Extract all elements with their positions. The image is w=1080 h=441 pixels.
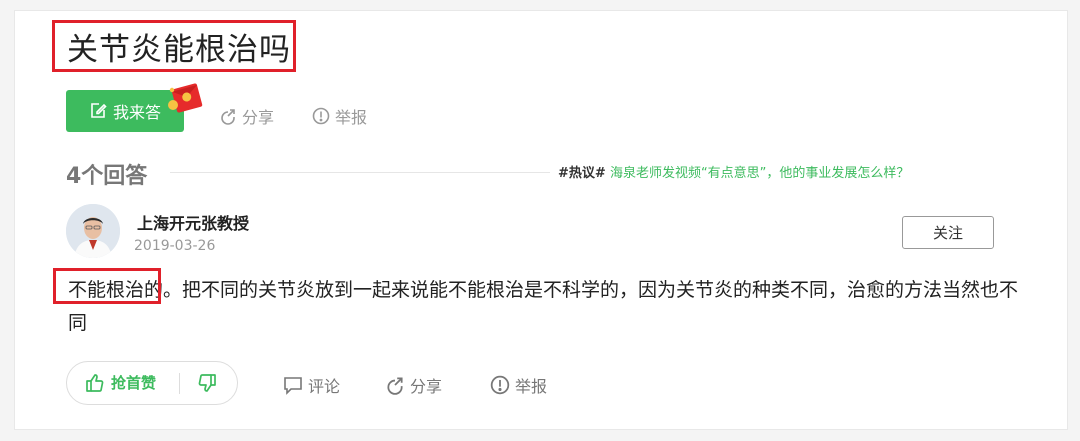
upvote-label: 抢首赞 [111,374,157,392]
hot-topic-link[interactable]: 海泉老师发视频“有点意思”，他的事业发展怎么样？ [610,166,909,181]
answer-count: 4个回答 [66,164,148,189]
answer-text: 不能根治的。把不同的关节炎放到一起来说能不能根治是不科学的，因为关节炎的种类不同… [68,279,1019,334]
upvote-button[interactable]: 抢首赞 [85,372,156,393]
warning-icon [490,375,510,395]
title-highlight-box: 关节炎能根治吗 [52,20,296,72]
divider [170,172,550,173]
warning-icon [312,107,330,125]
author-name[interactable]: 上海开元张教授 [137,210,249,234]
answer-report-button[interactable]: 举报 [490,373,547,397]
report-label: 举报 [335,108,368,127]
answer-share-button[interactable]: 分享 [385,373,442,397]
share-icon [387,377,403,395]
follow-button[interactable]: 关注 [902,216,994,249]
report-button[interactable]: 举报 [312,104,367,128]
share-label: 分享 [242,108,275,127]
vote-group: 抢首赞 [66,361,238,405]
share-button[interactable]: 分享 [219,104,274,128]
downvote-button[interactable] [197,373,217,397]
answer-report-label: 举报 [515,377,548,396]
hot-topic-tag: #热议# [558,166,606,181]
answer-date: 2019-03-26 [134,238,216,254]
thumbs-down-icon [198,374,216,392]
red-envelope-icon [168,83,203,113]
thumbs-up-icon [86,373,104,392]
avatar-image [66,204,120,258]
comment-button[interactable]: 评论 [283,373,340,397]
answer-highlight-box [53,268,161,304]
answer-button-label: 我来答 [112,103,161,122]
edit-icon [91,103,107,118]
comment-label: 评论 [308,377,341,396]
vote-separator [179,373,180,394]
comment-icon [284,377,302,395]
question-title: 关节炎能根治吗 [67,31,291,68]
share-icon [221,109,235,125]
answer-share-label: 分享 [410,377,443,396]
hot-topic[interactable]: #热议# 海泉老师发视频“有点意思”，他的事业发展怎么样？ [558,162,909,181]
avatar[interactable] [66,204,120,258]
